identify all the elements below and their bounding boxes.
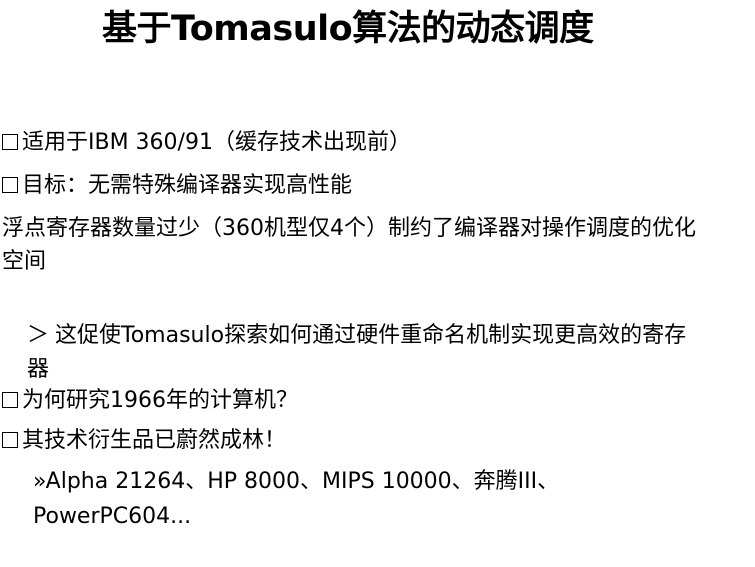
slide: 基于Tomasulo算法的动态调度 适用于IBM 360/91（缓存技术出现前）… [0, 0, 755, 567]
bullet-item-derivatives: 其技术衍生品已蔚然成林！ [2, 426, 286, 456]
arrow-marker-icon: ＞ [27, 323, 50, 348]
checkbox-bullet-icon [2, 432, 18, 448]
slide-title: 基于Tomasulo算法的动态调度 [102, 9, 594, 49]
sub-item-processors: »Alpha 21264、HP 8000、MIPS 10000、奔腾III、Po… [33, 469, 560, 529]
checkbox-bullet-icon [2, 134, 18, 150]
bullet-item-why-1966: 为何研究1966年的计算机？ [2, 386, 298, 416]
bullet-text: 目标：无需特殊编译器实现高性能 [22, 173, 353, 198]
bullet-text: 适用于IBM 360/91（缓存技术出现前） [22, 130, 411, 155]
checkbox-bullet-icon [2, 392, 18, 408]
bullet-item-goal: 目标：无需特殊编译器实现高性能 [2, 171, 352, 201]
sub-item-renaming: ＞这促使Tomasulo探索如何通过硬件重命名机制实现更高效的寄存器 [27, 319, 687, 387]
bullet-text: 其技术衍生品已蔚然成林！ [22, 428, 287, 453]
sub-item-text: 这促使Tomasulo探索如何通过硬件重命名机制实现更高效的寄存器 [27, 323, 687, 382]
paragraph-registers: 浮点寄存器数量过少（360机型仅4个）制约了编译器对操作调度的优化空间 [2, 216, 696, 274]
checkbox-bullet-icon [2, 177, 18, 193]
bullet-text: 为何研究1966年的计算机？ [22, 388, 298, 413]
bullet-item-ibm: 适用于IBM 360/91（缓存技术出现前） [2, 128, 411, 158]
